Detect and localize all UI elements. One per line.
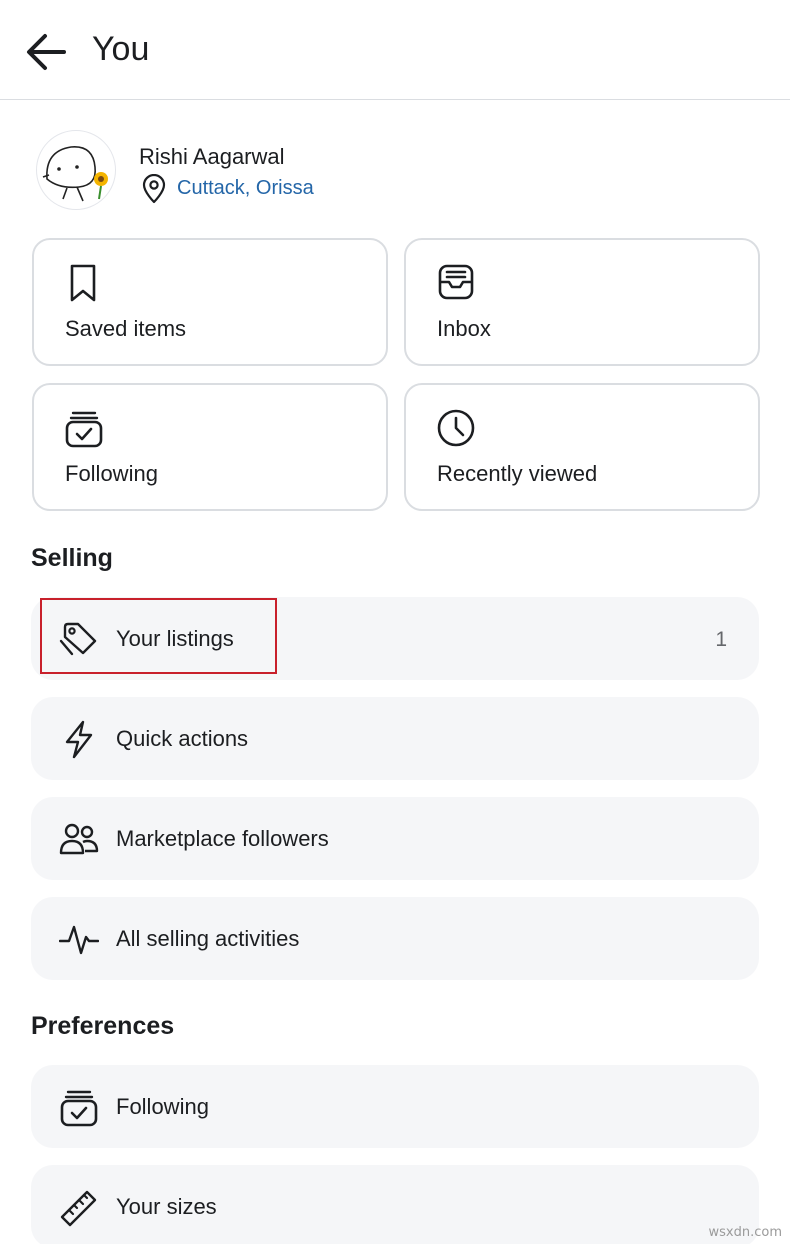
- tile-following[interactable]: Following: [32, 383, 388, 511]
- section-title-preferences: Preferences: [31, 1012, 175, 1040]
- row-your-sizes[interactable]: Your sizes: [31, 1165, 759, 1244]
- following-box-icon: [60, 1090, 98, 1127]
- arrow-left-icon: [27, 34, 66, 70]
- tile-recently-viewed[interactable]: Recently viewed: [404, 383, 760, 511]
- people-icon: [59, 823, 99, 855]
- back-button[interactable]: [22, 28, 70, 76]
- bookmark-icon: [70, 264, 96, 302]
- profile-location[interactable]: Cuttack, Orissa: [177, 177, 314, 200]
- page-title: You: [92, 30, 150, 68]
- top-bar: You: [0, 0, 790, 100]
- row-label: Following: [116, 1094, 209, 1119]
- profile-section[interactable]: Rishi Aagarwal Cuttack, Orissa: [36, 130, 756, 210]
- tile-label: Saved items: [65, 316, 187, 341]
- inbox-icon: [438, 264, 474, 300]
- lightning-icon: [65, 720, 93, 759]
- row-quick-actions[interactable]: Quick actions: [31, 697, 759, 780]
- tile-label: Following: [65, 461, 158, 486]
- following-box-icon: [65, 411, 103, 448]
- row-label: Your sizes: [116, 1194, 217, 1219]
- row-following[interactable]: Following: [31, 1065, 759, 1148]
- row-label: Marketplace followers: [116, 826, 329, 851]
- listing-count: 1: [715, 628, 727, 651]
- row-label: All selling activities: [116, 926, 300, 951]
- section-title-selling: Selling: [31, 544, 113, 572]
- ruler-icon: [60, 1190, 97, 1227]
- tile-label: Recently viewed: [437, 461, 598, 486]
- highlight-box: [40, 598, 277, 674]
- tile-inbox[interactable]: Inbox: [404, 238, 760, 366]
- clock-icon: [437, 409, 475, 447]
- tile-label: Inbox: [437, 316, 491, 341]
- avatar[interactable]: [36, 130, 116, 210]
- tile-saved-items[interactable]: Saved items: [32, 238, 388, 366]
- row-marketplace-followers[interactable]: Marketplace followers: [31, 797, 759, 880]
- row-all-selling-activities[interactable]: All selling activities: [31, 897, 759, 980]
- location-pin-icon: [142, 174, 166, 204]
- row-label: Quick actions: [116, 726, 249, 751]
- activity-pulse-icon: [59, 925, 99, 955]
- watermark: wsxdn.com: [708, 1225, 783, 1240]
- profile-name: Rishi Aagarwal: [139, 144, 285, 169]
